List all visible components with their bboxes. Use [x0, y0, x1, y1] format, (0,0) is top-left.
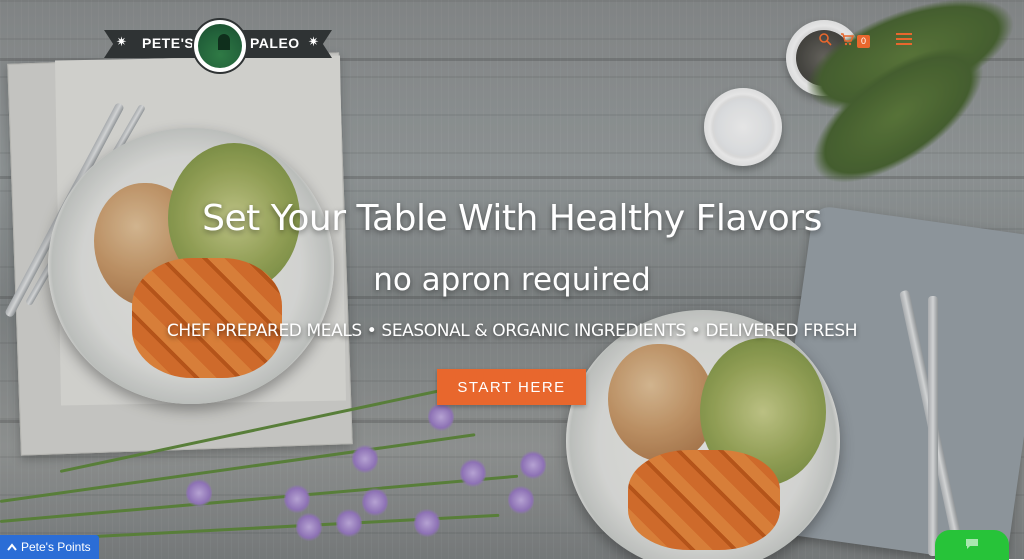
petes-points-widget[interactable]: Pete's Points — [0, 535, 99, 559]
chat-icon — [965, 538, 979, 553]
hero-subtitle: no apron required — [373, 262, 651, 298]
chevron-up-icon — [7, 540, 17, 554]
hero-features-tagline: CHEF PREPARED MEALS • SEASONAL & ORGANIC… — [166, 321, 858, 341]
cart-icon[interactable] — [840, 32, 855, 46]
cart-count-badge: 0 — [857, 35, 870, 48]
start-here-button[interactable]: START HERE — [437, 369, 586, 405]
petes-points-label: Pete's Points — [21, 540, 91, 554]
logo-text-petes: PETE'S — [142, 35, 195, 51]
brand-logo[interactable]: ✷ PETE'S PALEO ✷ — [104, 18, 332, 74]
farm-emblem-icon — [198, 24, 242, 68]
menu-icon[interactable] — [896, 32, 912, 46]
logo-star-icon: ✷ — [116, 34, 127, 49]
search-icon[interactable] — [818, 32, 832, 46]
hero-title: Set Your Table With Healthy Flavors — [202, 198, 822, 239]
logo-star-icon: ✷ — [308, 34, 319, 49]
logo-text-paleo: PALEO — [250, 35, 300, 51]
chat-widget-button[interactable] — [935, 530, 1009, 560]
logo-emblem — [192, 18, 248, 74]
